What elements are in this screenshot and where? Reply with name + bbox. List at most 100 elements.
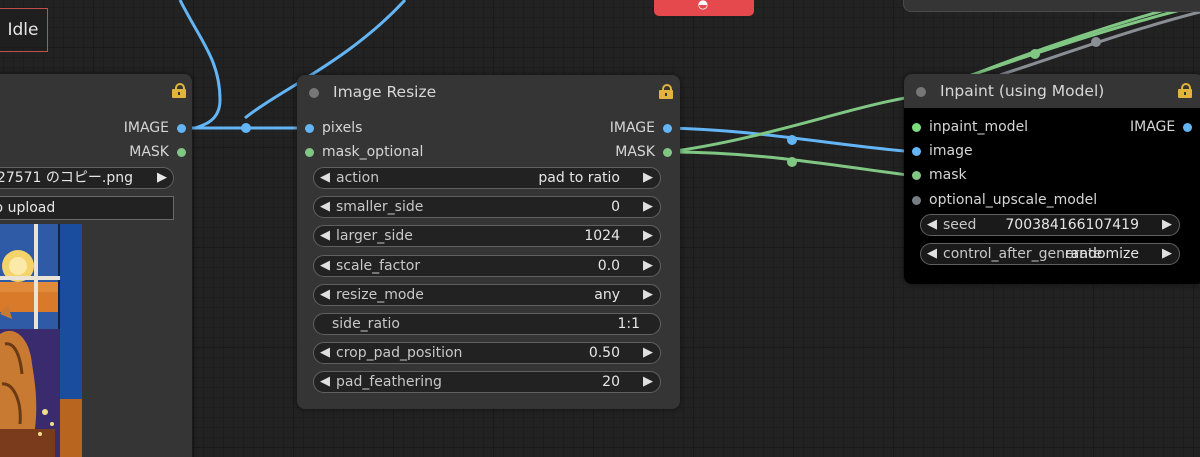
arrow-left-icon[interactable]: ◀	[318, 287, 332, 303]
widget-label: crop_pad_position	[336, 345, 463, 361]
output-mask-slot[interactable]: MASK	[129, 142, 186, 162]
image-preview	[0, 224, 82, 457]
output-image-slot[interactable]: IMAGE	[1130, 117, 1193, 137]
widget-crop-pad-position[interactable]: ◀ crop_pad_position 0.50 ▶	[313, 342, 661, 364]
arrow-left-icon[interactable]: ◀	[318, 170, 332, 186]
image-dot-icon	[663, 123, 672, 133]
wire-resize-image-to-inpaint	[667, 126, 916, 154]
inpaint-title-bar[interactable]: Inpaint (using Model)	[904, 74, 1200, 108]
upload-button[interactable]: e to upload	[0, 196, 174, 220]
wire-top-right-grey	[999, 10, 1200, 77]
arrow-right-icon[interactable]: ▶	[641, 170, 655, 186]
widget-value: 1024	[584, 228, 620, 244]
node-status-dot[interactable]	[916, 87, 926, 97]
node-title: Image Resize	[333, 83, 437, 101]
node-status-dot[interactable]	[309, 88, 319, 98]
widget-larger-side[interactable]: ◀ larger_side 1024 ▶	[313, 225, 661, 247]
wire-green-reroute	[1030, 49, 1040, 59]
image-file-combo[interactable]: 27571 のコピー.png ▶	[0, 167, 174, 189]
arrow-left-icon[interactable]: ◀	[318, 199, 332, 215]
widget-label: side_ratio	[332, 316, 400, 332]
lock-icon[interactable]	[659, 84, 673, 99]
widget-pad-feathering[interactable]: ◀ pad_feathering 20 ▶	[313, 371, 661, 393]
image-dot-icon	[912, 146, 921, 156]
output-label: IMAGE	[1130, 119, 1176, 135]
input-label: inpaint_model	[929, 119, 1029, 135]
output-label: MASK	[129, 144, 169, 160]
status-badge: Idle	[0, 8, 48, 52]
input-label: mask_optional	[322, 144, 424, 160]
output-image-slot[interactable]: IMAGE	[124, 118, 186, 138]
widget-label: action	[336, 170, 380, 186]
image-dot-icon	[1183, 122, 1193, 132]
output-label: MASK	[615, 144, 655, 160]
node-title: Inpaint (using Model)	[940, 82, 1105, 100]
arrow-left-icon[interactable]: ◀	[925, 217, 939, 233]
lock-icon[interactable]	[172, 83, 186, 98]
arrow-right-icon[interactable]: ▶	[641, 287, 655, 303]
input-inpaint-model-slot[interactable]: inpaint_model	[912, 117, 1028, 137]
load-image-title-bar[interactable]	[0, 74, 192, 108]
wire-reroute-dot	[241, 123, 251, 133]
output-mask-slot[interactable]: MASK	[615, 142, 672, 162]
arrow-right-icon[interactable]: ▶	[641, 199, 655, 215]
input-mask-slot[interactable]: mask	[912, 165, 967, 185]
widget-value: 0	[611, 199, 620, 215]
red-node-icon: ◓	[697, 0, 709, 11]
output-label: IMAGE	[609, 120, 655, 136]
image-resize-node[interactable]: Image Resize pixels mask_optional IMAGE …	[297, 75, 680, 409]
widget-resize-mode[interactable]: ◀ resize_mode any ▶	[313, 284, 661, 306]
widget-label: resize_mode	[336, 287, 424, 303]
input-pixels-slot[interactable]: pixels	[305, 118, 362, 138]
arrow-right-icon[interactable]: ▶	[1160, 246, 1174, 262]
arrow-left-icon[interactable]: ◀	[318, 258, 332, 274]
mask-dot-icon	[177, 147, 186, 157]
widget-label: seed	[943, 217, 977, 233]
input-label: mask	[929, 167, 967, 183]
arrow-left-icon[interactable]: ◀	[925, 246, 939, 262]
widget-side-ratio[interactable]: side_ratio 1:1	[313, 313, 661, 335]
image-dot-icon	[305, 123, 314, 133]
upscale-dot-icon	[912, 195, 921, 205]
wire-image-midpoint	[787, 135, 797, 145]
widget-label: smaller_side	[336, 199, 424, 215]
widget-scale-factor[interactable]: ◀ scale_factor 0.0 ▶	[313, 255, 661, 277]
widget-smaller-side[interactable]: ◀ smaller_side 0 ▶	[313, 196, 661, 218]
arrow-left-icon[interactable]: ◀	[318, 374, 332, 390]
image-file-value: 27571 のコピー.png	[0, 170, 133, 186]
wire-grey-reroute	[1091, 37, 1101, 47]
widget-seed[interactable]: ◀ seed 700384166107419 ▶	[920, 214, 1180, 236]
top-right-node-edge[interactable]	[903, 0, 1200, 12]
widget-value: any	[594, 287, 620, 303]
arrow-right-icon[interactable]: ▶	[641, 258, 655, 274]
upload-label: e to upload	[0, 200, 56, 216]
widget-value: pad to ratio	[538, 170, 620, 186]
widget-action[interactable]: ◀ action pad to ratio ▶	[313, 167, 661, 189]
widget-label: pad_feathering	[336, 374, 442, 390]
arrow-right-icon[interactable]: ▶	[157, 170, 167, 186]
arrow-left-icon[interactable]: ◀	[318, 228, 332, 244]
model-dot-icon	[912, 122, 921, 132]
arrow-right-icon[interactable]: ▶	[1160, 217, 1174, 233]
node-graph-canvas[interactable]: Idle ◓ IMAGE MASK 27571 のコピー.png ▶ e to …	[0, 0, 1200, 457]
arrow-right-icon[interactable]: ▶	[641, 228, 655, 244]
widget-control-after-generate[interactable]: ◀ control_after_generate randomize ▶	[920, 243, 1180, 265]
lock-icon[interactable]	[1178, 83, 1192, 98]
input-image-slot[interactable]: image	[912, 141, 973, 161]
input-mask-optional-slot[interactable]: mask_optional	[305, 142, 423, 162]
inpaint-node[interactable]: Inpaint (using Model) inpaint_model imag…	[904, 74, 1200, 284]
image-resize-title-bar[interactable]: Image Resize	[297, 75, 680, 109]
output-image-slot[interactable]: IMAGE	[610, 118, 672, 138]
arrow-right-icon[interactable]: ▶	[641, 374, 655, 390]
mask-dot-icon	[912, 170, 921, 180]
widget-value: 700384166107419	[1005, 217, 1139, 233]
arrow-right-icon[interactable]: ▶	[641, 345, 655, 361]
input-upscale-model-slot[interactable]: optional_upscale_model	[912, 190, 1097, 210]
arrow-left-icon[interactable]: ◀	[318, 345, 332, 361]
wire-resize-mask-to-inpaint	[667, 150, 916, 178]
input-label: image	[929, 143, 973, 159]
wire-mask-midpoint	[787, 157, 797, 167]
red-node-tab[interactable]: ◓	[654, 0, 754, 16]
widget-value: 1:1	[617, 316, 640, 332]
image-dot-icon	[177, 123, 186, 133]
